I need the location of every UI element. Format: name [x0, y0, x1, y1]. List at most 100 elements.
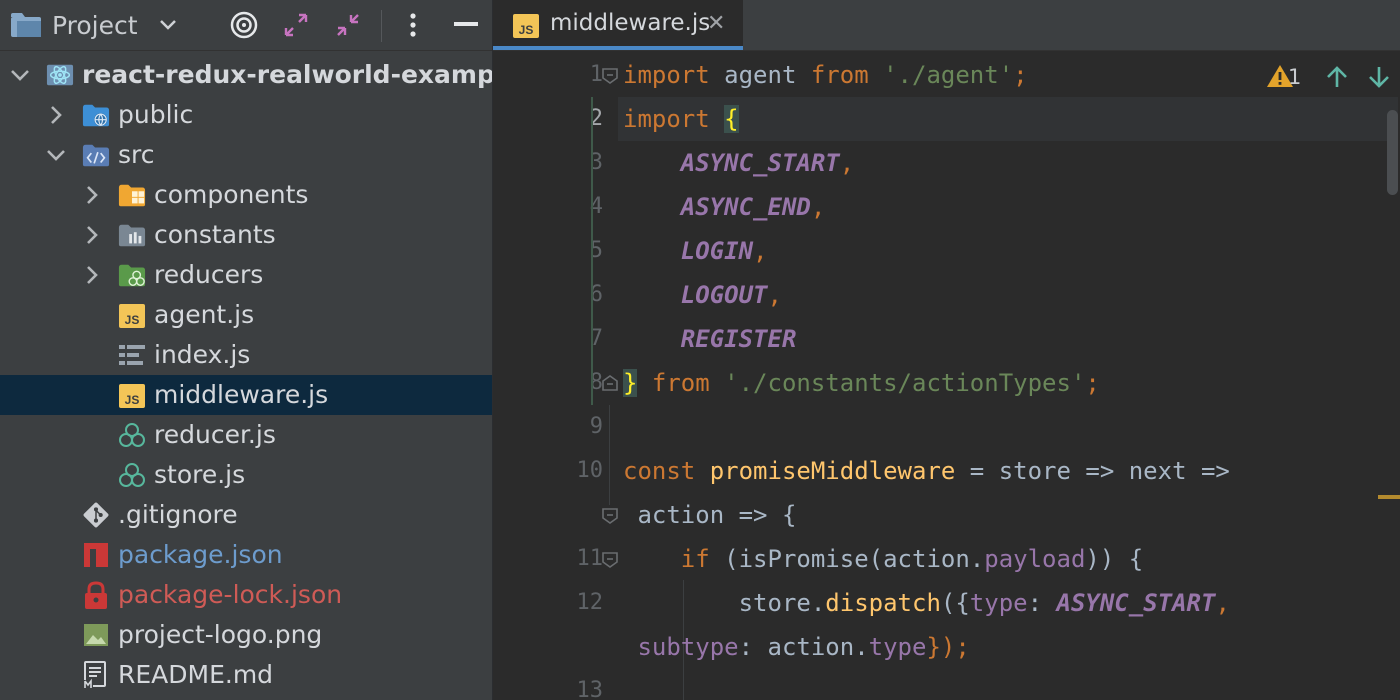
code-line[interactable]: import agent from './agent'; [623, 53, 1028, 97]
line-number[interactable]: 5 [563, 229, 603, 273]
tree-item-label: middleware.js [154, 380, 329, 409]
code-token: , [839, 149, 855, 177]
project-view-selector[interactable]: Project [52, 0, 162, 50]
project-header: Project [0, 0, 492, 51]
tab-middleware-js[interactable]: JS middleware.js ✕ [493, 0, 743, 50]
code-line[interactable]: LOGOUT, [623, 273, 782, 317]
chevron-right-icon[interactable] [82, 175, 102, 215]
chevron-down-icon[interactable] [154, 0, 182, 50]
chevron-right-icon[interactable] [82, 215, 102, 255]
code-token: : action. [738, 633, 869, 661]
chevron-down-icon[interactable] [10, 55, 30, 95]
tree-item[interactable]: JS middleware.js [0, 375, 492, 415]
more-options-icon[interactable] [398, 0, 428, 50]
tree-item[interactable]: react-redux-realworld-exampl [0, 55, 492, 95]
tree-item-label: index.js [154, 340, 251, 369]
arrow-up-icon[interactable] [1325, 65, 1349, 93]
redux-file-icon [118, 455, 146, 495]
tree-item-label: README.md [118, 660, 274, 689]
code-token: from [810, 61, 869, 89]
line-number[interactable]: 10 [563, 449, 604, 493]
tree-item[interactable]: constants [0, 215, 492, 255]
tree-item-label: package.json [118, 540, 283, 569]
code-token: action => { [623, 501, 797, 529]
code-line[interactable]: import { [623, 97, 739, 141]
fold-marker-icon[interactable] [601, 551, 619, 569]
chevron-right-icon[interactable] [46, 95, 66, 135]
fold-marker-icon[interactable] [601, 67, 619, 85]
tree-item[interactable]: project-logo.png [0, 615, 492, 655]
line-number[interactable]: 6 [563, 273, 603, 317]
code-token: )) { [1085, 545, 1144, 573]
code-line[interactable]: store.dispatch({type: ASYNC_START, [623, 581, 1230, 625]
npm-icon [82, 535, 110, 575]
line-number[interactable]: 7 [563, 317, 603, 361]
tree-item[interactable]: index.js [0, 335, 492, 375]
line-number[interactable]: 12 [563, 581, 604, 625]
code-token: ; [1013, 61, 1028, 89]
code-line[interactable]: ASYNC_END, [623, 185, 826, 229]
tree-item[interactable]: reducer.js [0, 415, 492, 455]
chevron-down-icon[interactable] [46, 135, 66, 175]
tree-item[interactable]: README.md [0, 655, 492, 695]
line-number[interactable]: 9 [563, 405, 603, 449]
tree-item[interactable]: store.js [0, 455, 492, 495]
line-number[interactable]: 2 [563, 97, 603, 141]
arrow-down-icon[interactable] [1367, 65, 1391, 93]
code-token: } [623, 369, 638, 397]
code-token: }); [926, 633, 970, 661]
tree-item-label: components [154, 180, 309, 209]
locate-file-icon[interactable] [224, 0, 264, 50]
hide-panel-icon[interactable] [448, 0, 484, 50]
line-number[interactable]: 3 [563, 141, 603, 185]
code-line[interactable]: ASYNC_START, [623, 141, 854, 185]
code-line[interactable]: if (isPromise(action.payload)) { [623, 537, 1143, 581]
lock-icon [82, 575, 110, 615]
redux-file-icon [118, 415, 146, 455]
code-token: ; [1085, 369, 1100, 397]
svg-text:JS: JS [125, 313, 140, 327]
project-view-icon[interactable] [8, 0, 44, 50]
fold-end-marker-icon[interactable] [601, 374, 619, 392]
code-line[interactable]: const promiseMiddleware = store => next … [623, 449, 1230, 493]
line-number[interactable]: 13 [563, 669, 604, 700]
warning-stripe-marker[interactable] [1378, 495, 1400, 499]
line-number[interactable]: 1 [563, 53, 603, 97]
chevron-right-icon[interactable] [82, 255, 102, 295]
code-line[interactable]: LOGIN, [623, 229, 768, 273]
code-line[interactable]: subtype: action.type}); [623, 625, 970, 669]
tree-item-label: public [118, 100, 194, 129]
fold-marker-icon[interactable] [601, 507, 619, 525]
code-line[interactable]: } from './constants/actionTypes'; [623, 361, 1100, 405]
close-tab-icon[interactable]: ✕ [707, 11, 725, 36]
tree-item[interactable]: package.json [0, 535, 492, 575]
vertical-scrollbar[interactable] [1387, 110, 1398, 195]
code-token: promiseMiddleware [709, 457, 956, 485]
tree-item[interactable]: JS agent.js [0, 295, 492, 335]
line-number[interactable]: 11 [563, 537, 604, 581]
code-line[interactable]: REGISTER [623, 317, 797, 361]
line-number[interactable]: 8 [563, 361, 603, 405]
expand-all-icon[interactable] [276, 0, 316, 50]
inspection-widget[interactable]: 1 [1253, 57, 1400, 97]
tree-item[interactable]: .gitignore [0, 495, 492, 535]
tree-item[interactable]: components [0, 175, 492, 215]
code-token: { [724, 105, 739, 133]
editor-tab-bar: JS middleware.js ✕ [493, 0, 1400, 51]
tree-item[interactable]: package-lock.json [0, 575, 492, 615]
code-token: import [623, 105, 710, 133]
tree-item[interactable]: reducers [0, 255, 492, 295]
line-number[interactable]: 4 [563, 185, 603, 229]
code-token: ASYNC_START [680, 149, 840, 177]
tree-item[interactable]: src [0, 135, 492, 175]
code-token: REGISTER [680, 325, 797, 353]
tree-item[interactable]: public [0, 95, 492, 135]
code-token: from [651, 369, 710, 397]
code-line[interactable]: action => { [623, 493, 796, 537]
collapse-all-icon[interactable] [328, 0, 368, 50]
